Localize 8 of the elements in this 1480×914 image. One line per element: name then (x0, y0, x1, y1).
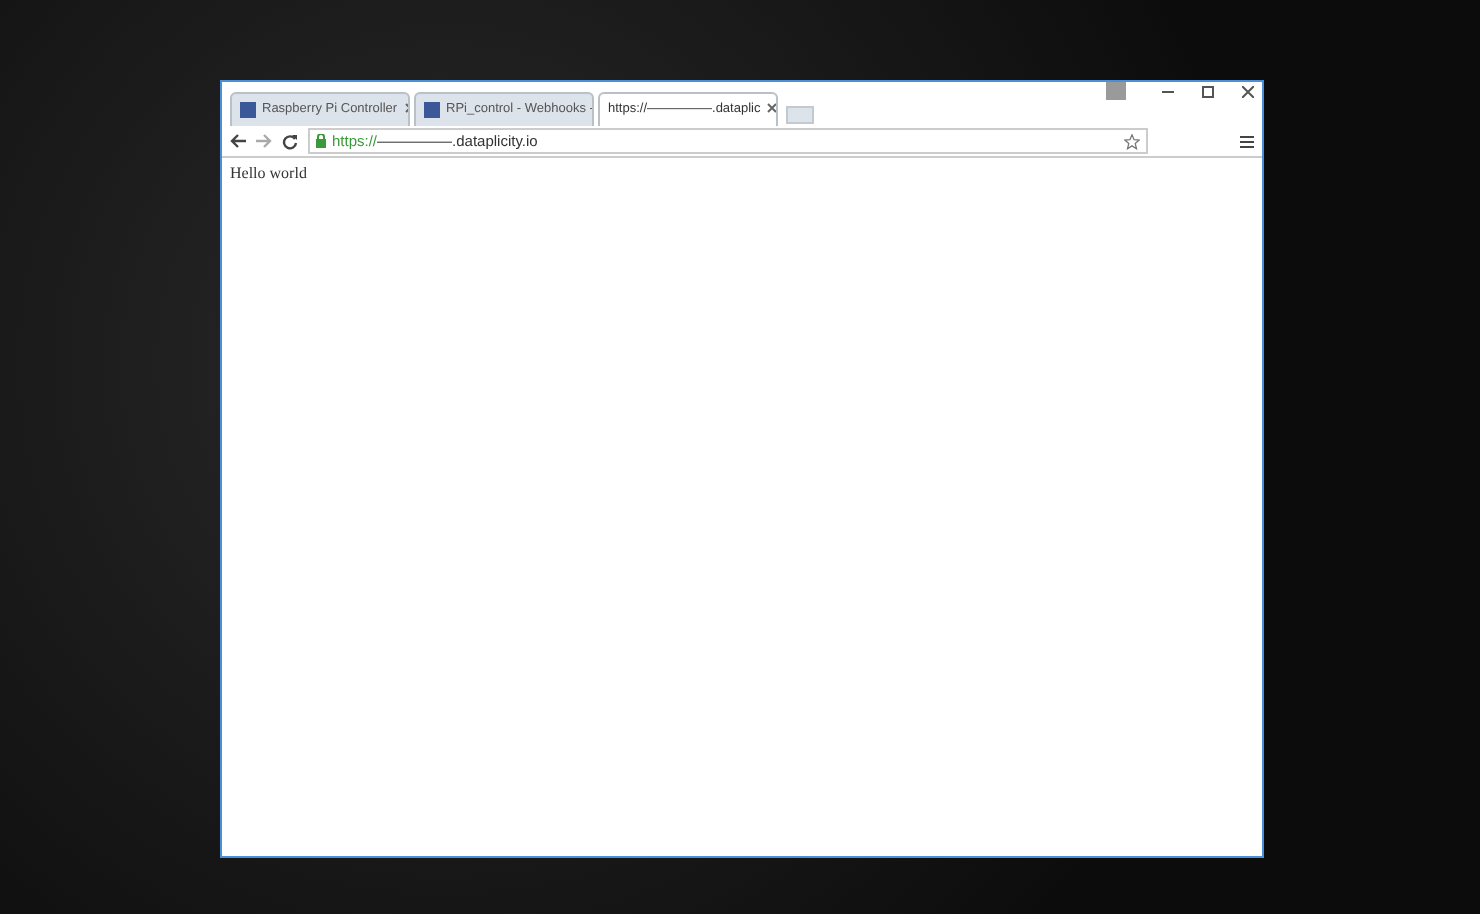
page-text: Hello world (230, 164, 307, 182)
menu-icon[interactable] (1240, 135, 1254, 147)
reload-icon[interactable] (282, 133, 298, 149)
star-icon[interactable] (1124, 133, 1140, 150)
close-icon[interactable] (1242, 85, 1254, 97)
back-arrow-icon[interactable] (230, 134, 246, 148)
minimize-icon[interactable] (1162, 85, 1174, 97)
maximize-icon[interactable] (1202, 85, 1214, 97)
